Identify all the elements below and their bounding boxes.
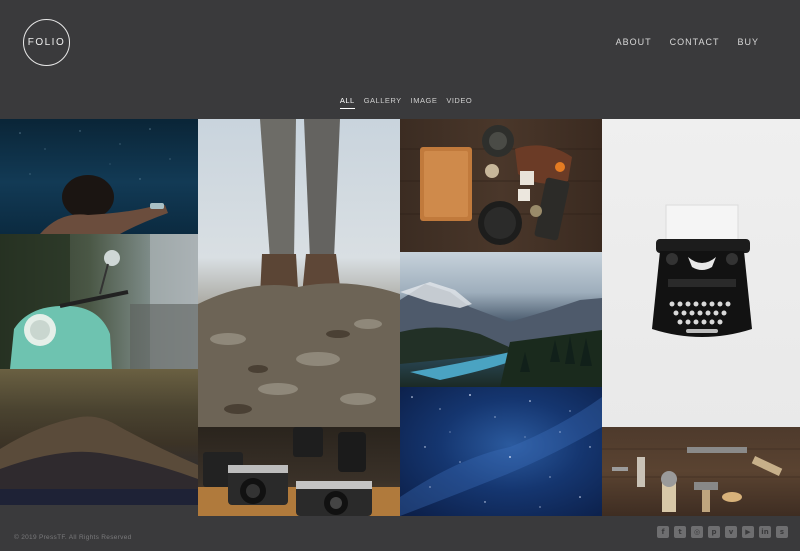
facebook-icon[interactable]: f <box>657 526 669 538</box>
desk-flatlay-photo[interactable] <box>400 119 602 252</box>
linkedin-icon[interactable]: in <box>759 526 771 538</box>
folio-logo[interactable]: FOLIO <box>23 19 70 66</box>
youtube-icon[interactable]: ▶ <box>742 526 754 538</box>
filter-gallery[interactable]: GALLERY <box>364 96 402 109</box>
nav-contact-link[interactable]: CONTACT <box>670 37 720 47</box>
underwater-swimmer-art <box>19 128 171 234</box>
foggy-mountain-art <box>0 416 198 505</box>
site-footer: © 2019 PressTF. All Rights Reserved f t … <box>0 516 800 551</box>
underwater-swimmer-photo[interactable] <box>0 119 198 234</box>
filter-video[interactable]: VIDEO <box>446 96 472 109</box>
mint-scooter-art <box>0 234 198 369</box>
logo-text: FOLIO <box>27 37 66 48</box>
nav-about-link[interactable]: ABOUT <box>616 37 652 47</box>
mint-scooter-photo[interactable] <box>0 234 198 369</box>
typewriter-photo[interactable] <box>602 119 800 427</box>
typewriter-art <box>652 204 752 337</box>
vintage-cameras-art <box>198 427 400 516</box>
gallery-filter-bar: ALL GALLERY IMAGE VIDEO <box>0 96 800 109</box>
foggy-mountain-photo[interactable] <box>0 369 198 505</box>
site-header: FOLIO ABOUT CONTACT BUY <box>0 0 800 88</box>
mountain-lake-photo[interactable] <box>400 252 602 387</box>
mountain-lake-art <box>400 282 602 387</box>
filter-image[interactable]: IMAGE <box>411 96 438 109</box>
nav-buy-link[interactable]: BUY <box>737 37 759 47</box>
starry-sky-photo[interactable] <box>400 387 602 516</box>
main-nav: ABOUT CONTACT BUY <box>616 37 759 47</box>
gallery-grid <box>0 119 800 516</box>
desk-flatlay-art <box>400 125 602 245</box>
instagram-icon[interactable]: ◎ <box>691 526 703 538</box>
copyright-text: © 2019 PressTF. All Rights Reserved <box>14 534 132 541</box>
starry-sky-art <box>400 394 602 516</box>
pinterest-icon[interactable]: p <box>708 526 720 538</box>
soundcloud-icon[interactable]: s <box>776 526 788 538</box>
filter-all[interactable]: ALL <box>339 96 355 109</box>
vintage-tools-photo[interactable] <box>602 427 800 516</box>
social-links: f t ◎ p v ▶ in s <box>657 526 788 538</box>
twitter-icon[interactable]: t <box>674 526 686 538</box>
hiking-boots-rocks-photo[interactable] <box>198 119 400 427</box>
vintage-cameras-photo[interactable] <box>198 427 400 516</box>
vimeo-icon[interactable]: v <box>725 526 737 538</box>
vintage-tools-art <box>602 447 800 512</box>
hiking-boots-art <box>198 119 400 427</box>
